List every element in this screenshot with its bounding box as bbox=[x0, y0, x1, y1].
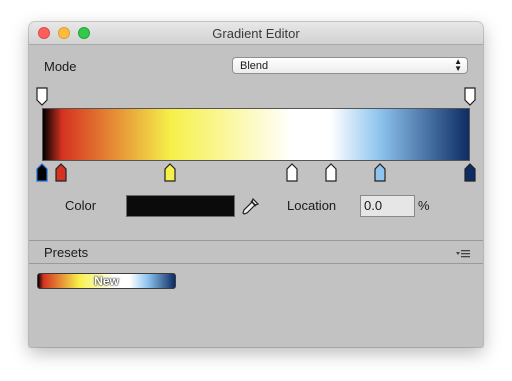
gradient-editor-window: Gradient Editor Mode Blend ▲ ▼ Color Loca… bbox=[29, 22, 483, 347]
presets-menu-icon[interactable] bbox=[456, 246, 470, 264]
location-label: Location bbox=[287, 198, 337, 213]
presets-label: Presets bbox=[44, 245, 89, 260]
color-stop-marker[interactable] bbox=[374, 163, 386, 187]
dropdown-arrows-icon: ▲ ▼ bbox=[454, 57, 462, 73]
color-stop-marker[interactable] bbox=[286, 163, 298, 187]
preset-label: New bbox=[94, 274, 119, 288]
mode-value: Blend bbox=[240, 60, 269, 72]
gradient-preview-bar[interactable] bbox=[42, 108, 470, 161]
color-swatch-field[interactable] bbox=[126, 195, 235, 217]
color-stop-marker[interactable] bbox=[325, 163, 337, 187]
mode-label: Mode bbox=[44, 59, 77, 74]
preset-swatch-new[interactable]: New bbox=[37, 273, 176, 289]
color-stop-marker[interactable] bbox=[464, 163, 476, 187]
presets-header: Presets bbox=[29, 240, 483, 264]
title-bar[interactable]: Gradient Editor bbox=[29, 22, 483, 45]
percent-unit: % bbox=[418, 198, 430, 213]
color-label: Color bbox=[65, 198, 97, 213]
window-title: Gradient Editor bbox=[212, 26, 300, 41]
mode-dropdown[interactable]: Blend ▲ ▼ bbox=[232, 57, 468, 74]
eyedropper-icon[interactable] bbox=[239, 196, 261, 223]
color-stop-marker[interactable] bbox=[36, 163, 48, 187]
location-input[interactable]: 0.0 bbox=[360, 195, 415, 217]
color-stop-marker[interactable] bbox=[55, 163, 67, 187]
color-stop-marker[interactable] bbox=[164, 163, 176, 187]
